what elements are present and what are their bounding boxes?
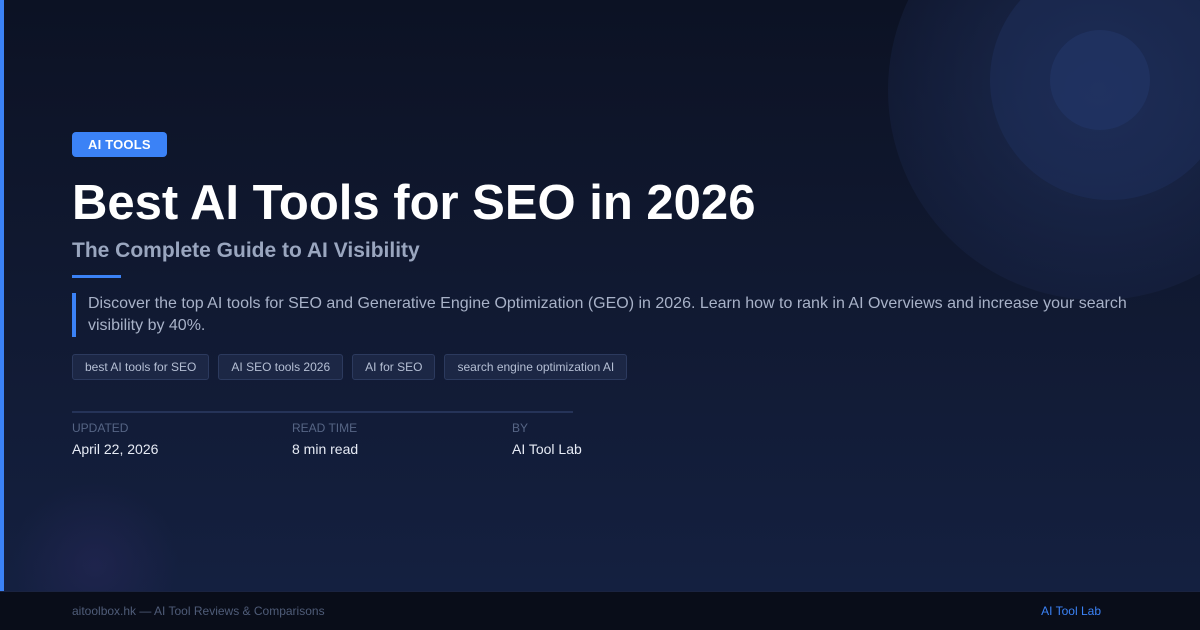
page-title: Best AI Tools for SEO in 2026 xyxy=(72,176,756,230)
meta-read-time: READ TIME 8 min read xyxy=(292,421,492,458)
subtitle-underline xyxy=(72,275,121,278)
decorative-circle-bottom-left xyxy=(10,480,180,591)
tag: AI for SEO xyxy=(352,354,436,380)
left-accent-bar xyxy=(0,0,4,591)
footer-site-text: aitoolbox.hk — AI Tool Reviews & Compari… xyxy=(72,604,325,618)
meta-read-time-label: READ TIME xyxy=(292,421,358,435)
tag: AI SEO tools 2026 xyxy=(218,354,344,380)
decorative-circle-small xyxy=(1050,30,1150,130)
tag: best AI tools for SEO xyxy=(72,354,210,380)
og-card: AI TOOLS Best AI Tools for SEO in 2026 T… xyxy=(0,0,1200,591)
meta-author-value: AI Tool Lab xyxy=(512,441,582,457)
meta-author-label: BY xyxy=(512,421,529,435)
page-subtitle: The Complete Guide to AI Visibility xyxy=(72,239,420,262)
category-badge: AI TOOLS xyxy=(72,132,167,157)
footer-brand-link[interactable]: AI Tool Lab xyxy=(1041,604,1101,618)
description-text: Discover the top AI tools for SEO and Ge… xyxy=(88,295,1127,334)
meta-updated: UPDATED April 22, 2026 xyxy=(72,421,272,458)
meta-updated-value: April 22, 2026 xyxy=(72,441,159,457)
meta-read-time-value: 8 min read xyxy=(292,441,359,457)
meta-updated-label: UPDATED xyxy=(72,421,129,435)
meta-author: BY AI Tool Lab xyxy=(512,421,712,458)
footer: aitoolbox.hk — AI Tool Reviews & Compari… xyxy=(0,591,1200,630)
meta-divider xyxy=(72,411,573,413)
tag: search engine optimization AI xyxy=(444,354,628,380)
description-block: Discover the top AI tools for SEO and Ge… xyxy=(72,293,1148,337)
tag-list: best AI tools for SEO AI SEO tools 2026 … xyxy=(72,354,628,380)
